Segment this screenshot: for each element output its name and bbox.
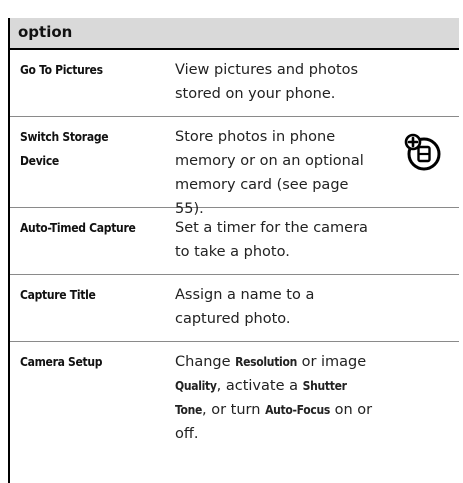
table-row: Capture Title Assign a name to a capture…: [10, 275, 459, 342]
table-row: Go To Pictures View pictures and photos …: [10, 50, 459, 117]
table-row: Auto-Timed Capture Set a timer for the c…: [10, 208, 459, 275]
desc-text: or image: [296, 354, 367, 370]
option-auto-timed-capture: Auto-Timed Capture: [20, 221, 136, 235]
description-capture-title: Assign a name to a captured photo.: [175, 287, 315, 327]
keyword-quality: Quality: [175, 379, 217, 393]
description-auto-timed-capture: Set a timer for the camera to take a pho…: [175, 220, 368, 260]
description-go-to-pictures: View pictures and photos stored on your …: [175, 62, 359, 102]
desc-text: , activate a: [216, 378, 303, 394]
table-row: Camera Setup Change Resolution or image …: [10, 342, 459, 483]
table-header: option: [10, 18, 459, 50]
description-switch-storage-device: Store photos in phone memory or on an op…: [175, 129, 364, 217]
desc-text: , or turn: [202, 402, 266, 418]
memory-card-feature-icon: [404, 133, 441, 171]
options-table: option Go To Pictures View pictures and …: [8, 18, 459, 483]
keyword-resolution: Resolution: [235, 355, 297, 369]
option-switch-storage-line1: Switch Storage: [20, 130, 109, 144]
desc-text: Change: [175, 354, 236, 370]
keyword-auto-focus: Auto-Focus: [265, 403, 330, 417]
description-camera-setup: Change Resolution or image Quality, acti…: [175, 350, 375, 446]
option-switch-storage-line2: Device: [20, 154, 59, 168]
table-row: Switch Storage Device Store photos in ph…: [10, 117, 459, 217]
option-switch-storage-device: Switch Storage Device: [20, 125, 160, 173]
option-capture-title: Capture Title: [20, 288, 96, 302]
option-go-to-pictures: Go To Pictures: [20, 63, 103, 77]
header-label: option: [18, 23, 73, 41]
option-camera-setup: Camera Setup: [20, 355, 103, 369]
